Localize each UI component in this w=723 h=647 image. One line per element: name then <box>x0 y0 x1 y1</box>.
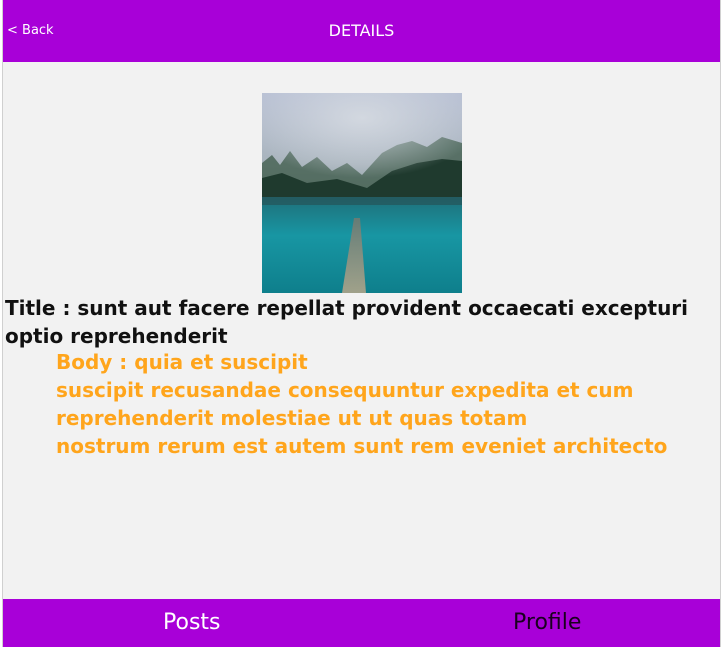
bottom-tab-bar: Posts Profile <box>3 599 720 647</box>
app-header: < Back DETAILS <box>3 0 720 62</box>
tab-profile[interactable]: Profile <box>513 609 581 637</box>
post-body-line: Body : quia et suscipit <box>56 350 308 374</box>
post-body-line: nostrum rerum est autem sunt rem eveniet… <box>56 434 668 458</box>
details-screen: < Back DETAILS Title: sunt aut facere r… <box>2 0 721 647</box>
post-body-line: suscipit recusandae consequuntur expedit… <box>56 378 634 402</box>
post-title: Title : sunt aut facere repellat provide… <box>5 296 689 348</box>
page-title: DETAILS <box>328 21 395 40</box>
tab-posts[interactable]: Posts <box>163 609 221 637</box>
post-body-line: reprehenderit molestiae ut ut quas totam <box>56 406 528 430</box>
post-body: Body : quia et suscipit suscipit recusan… <box>56 348 706 460</box>
misty-lake-photo-icon <box>262 93 462 293</box>
post-image <box>262 93 462 293</box>
